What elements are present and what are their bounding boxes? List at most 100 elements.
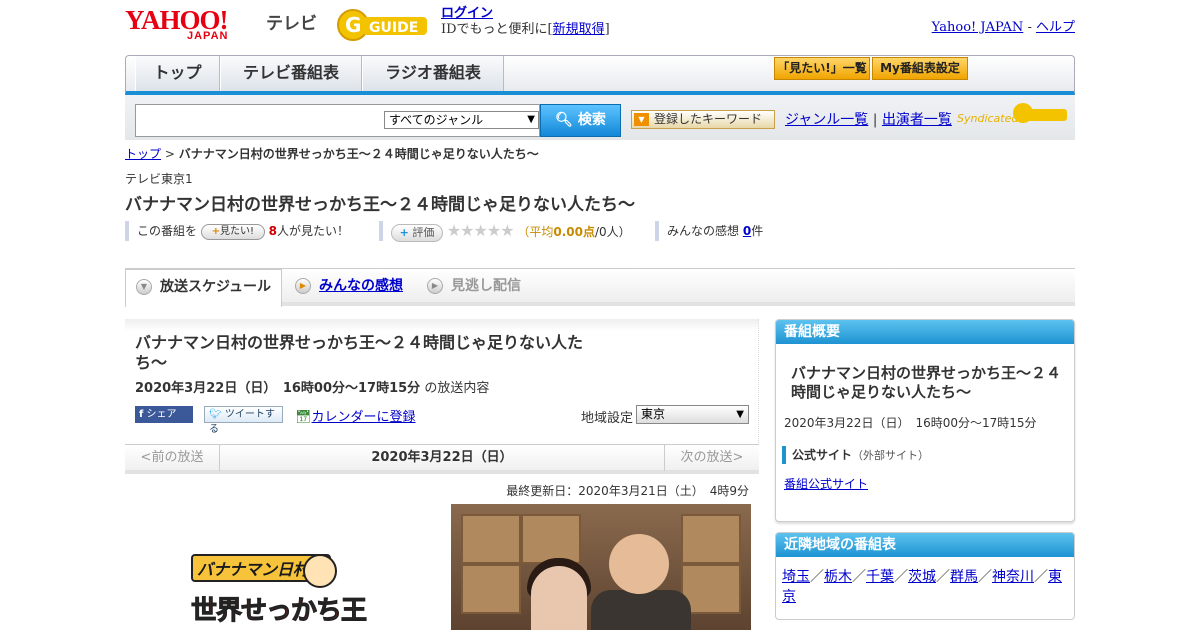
search-bar: すべてのジャンル ▼ 🔍︎ 検索 ▼ 登録したキーワード ジャンル一覧 | 出演…	[125, 95, 1075, 140]
watchlist-button[interactable]: 「見たい!」一覧	[774, 57, 870, 80]
facebook-share-button[interactable]: f シェア	[135, 406, 193, 423]
nav-tab-top[interactable]: トップ	[135, 56, 220, 91]
login-sub-suffix: ]	[604, 22, 610, 37]
registered-keyword-button[interactable]: ▼ 登録したキーワード	[631, 110, 775, 129]
syndicated-label: Syndicated	[957, 112, 1019, 125]
twitter-icon: 🐦︎	[209, 409, 222, 420]
region-link-gunma[interactable]: 群馬	[950, 569, 978, 585]
region-link-tochigi[interactable]: 栃木	[824, 569, 852, 585]
channel-name: テレビ東京1	[125, 172, 193, 186]
region-separator: ／	[1034, 569, 1048, 585]
hyoka-button-label: 評価	[412, 225, 435, 239]
official-site-link[interactable]: 番組公式サイト	[784, 477, 868, 491]
tab-schedule-label: 放送スケジュール	[160, 279, 272, 295]
performer-list-link[interactable]: 出演者一覧	[882, 112, 952, 128]
search-button-label: 検索	[577, 112, 606, 128]
official-site-label: 公式サイト	[792, 448, 853, 462]
registered-keyword-label: 登録したキーワード	[654, 112, 763, 126]
region-select-value: 東京	[641, 407, 666, 421]
login-sub-prefix: IDでもっと便利に[	[441, 22, 553, 37]
dropdown-arrow-icon: ▼	[527, 114, 535, 125]
hyoka-button[interactable]: + 評価	[391, 223, 443, 242]
region-link-chiba[interactable]: 千葉	[866, 569, 894, 585]
tweet-button[interactable]: 🐦︎ ツイートする	[204, 406, 283, 435]
gguide-logo[interactable]: G GUIDE	[335, 7, 431, 43]
nav-tab-radio-schedule[interactable]: ラジオ番組表	[362, 56, 504, 91]
main-nav: トップ テレビ番組表 ラジオ番組表 「見たい!」一覧 My番組表設定	[125, 55, 1075, 95]
nav-tab-tv-schedule[interactable]: テレビ番組表	[220, 56, 362, 91]
facebook-share-label: シェア	[146, 409, 177, 420]
program-photo	[451, 504, 751, 630]
mitai-suffix: 人が見たい！	[277, 224, 350, 238]
region-separator: ／	[852, 569, 866, 585]
yahoo-japan-link[interactable]: Yahoo! JAPAN	[932, 20, 1024, 35]
avg-value: 0.00点	[553, 225, 595, 239]
svg-text:G: G	[345, 13, 361, 37]
official-site-label-row: 公式サイト（外部サイト）	[782, 446, 929, 464]
star-rating-icon: ★★★★★	[446, 221, 515, 240]
region-label: 地域設定	[581, 411, 634, 426]
prev-broadcast-link[interactable]: <前の放送	[125, 445, 220, 471]
page-title: バナナマン日村の世界せっかち王～２４時間じゃ足りない人たち～	[125, 195, 635, 215]
chevron-right-icon: ▶	[427, 278, 443, 294]
svg-text:GUIDE: GUIDE	[369, 20, 418, 36]
next-broadcast-link[interactable]: 次の放送>	[664, 445, 759, 471]
login-box: ログイン IDでもっと便利に[新規取得]	[441, 6, 610, 38]
tab-reviews[interactable]: ▶ みんなの感想	[285, 269, 415, 303]
show-logo-face	[303, 554, 337, 588]
login-link[interactable]: ログイン	[441, 6, 493, 21]
official-site-link-row: 番組公式サイト	[784, 475, 868, 492]
reviews-count-link[interactable]: 0	[743, 224, 751, 238]
genre-list-link[interactable]: ジャンル一覧	[785, 112, 868, 128]
calendar-register[interactable]: 📅︎カレンダーに登録	[295, 406, 416, 425]
reviews-prefix: みんなの感想	[667, 224, 740, 238]
overview-title: バナナマン日村の世界せっかち王～２４時間じゃ足りない人たち～	[791, 364, 1062, 401]
region-separator: ／	[894, 569, 908, 585]
avg-prefix: （平均	[517, 225, 554, 239]
tv-logo-text[interactable]: テレビ	[266, 9, 317, 34]
broadcast-datetime-suffix: の放送内容	[424, 381, 490, 396]
show-logo-main-text: 世界せっかち王	[190, 596, 367, 627]
mitai-count: 8	[268, 224, 278, 238]
broadcast-datetime: 2020年3月22日（日） 16時00分～17時15分	[135, 381, 421, 396]
current-broadcast-date: 2020年3月22日（日）	[371, 450, 513, 465]
chevron-right-icon: ▶	[295, 278, 311, 294]
genre-select-value: すべてのジャンル	[389, 113, 484, 127]
show-logo-image: バナナマン日村の 世界せっかち王	[190, 554, 377, 630]
search-icon: 🔍︎	[555, 112, 573, 128]
program-overview-box: 番組概要 バナナマン日村の世界せっかち王～２４時間じゃ足りない人たち～ 2020…	[775, 319, 1075, 522]
overview-datetime: 2020年3月22日（日） 16時00分～17時15分	[784, 416, 1037, 430]
region-select[interactable]: 東京 ▼	[636, 405, 749, 424]
tab-schedule[interactable]: ▼ 放送スケジュール	[125, 269, 282, 307]
broadcast-title: バナナマン日村の世界せっかち王～２４時間じゃ足りない人たち～	[135, 333, 584, 372]
region-link-saitama[interactable]: 埼玉	[782, 569, 810, 585]
region-link-ibaraki[interactable]: 茨城	[908, 569, 936, 585]
search-button[interactable]: 🔍︎ 検索	[540, 104, 621, 137]
mitai-segment: この番組を +見たい! 8人が見たい！	[125, 221, 349, 241]
my-schedule-button[interactable]: My番組表設定	[872, 57, 968, 80]
tab-streaming: ▶ 見逃し配信	[417, 269, 537, 303]
plus-icon: +	[399, 225, 409, 239]
reviews-segment: みんなの感想 0件	[655, 221, 763, 241]
sub-tabs: ▼ 放送スケジュール ▶ みんなの感想 ▶ 見逃し配信	[125, 268, 1075, 307]
tab-streaming-label: 見逃し配信	[451, 278, 521, 294]
breadcrumb-separator: >	[164, 147, 175, 161]
mitai-button[interactable]: +見たい!	[200, 223, 265, 240]
chevron-down-icon: ▼	[136, 279, 152, 295]
nearby-region-box: 近隣地域の番組表 埼玉／栃木／千葉／茨城／群馬／神奈川／東京	[775, 532, 1075, 620]
mitai-button-label: 見たい!	[220, 225, 255, 237]
dropdown-arrow-icon: ▼	[736, 409, 744, 420]
region-link-kanagawa[interactable]: 神奈川	[992, 569, 1034, 585]
breadcrumb-top-link[interactable]: トップ	[125, 147, 161, 161]
facebook-icon: f	[139, 409, 144, 420]
signup-link[interactable]: 新規取得	[553, 22, 605, 37]
help-link[interactable]: ヘルプ	[1036, 20, 1075, 35]
genre-select[interactable]: すべてのジャンル ▼	[384, 111, 539, 129]
program-overview-heading: 番組概要	[776, 320, 1074, 344]
top-links-separator: -	[1027, 20, 1032, 35]
region-separator: ／	[936, 569, 950, 585]
region-separator: ／	[810, 569, 824, 585]
site-header: YAHOO! JAPAN テレビ G GUIDE ログイン IDでもっと便利に[…	[125, 4, 1075, 50]
last-updated: 最終更新日：2020年3月21日（土） 4時9分	[506, 484, 749, 498]
reviews-suffix: 件	[751, 224, 764, 238]
